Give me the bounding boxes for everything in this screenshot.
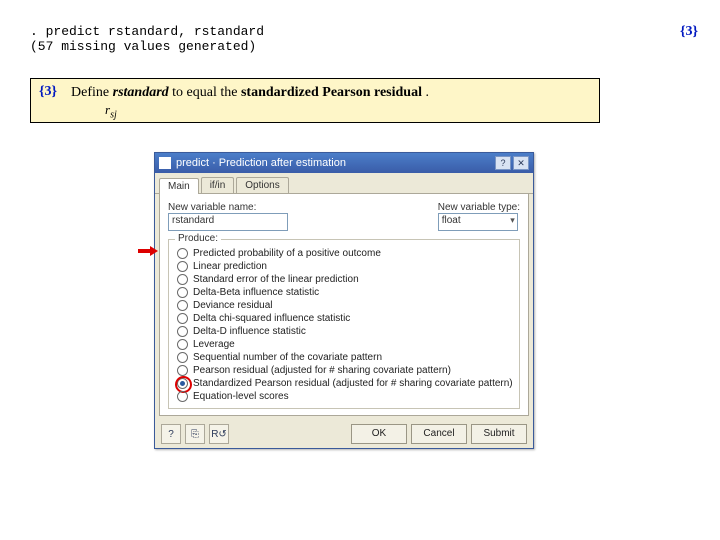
- callout-pre: Define: [71, 85, 113, 100]
- callout-text: Define rstandard to equal the standardiz…: [71, 84, 429, 122]
- dialog-title: predict · Prediction after estimation: [176, 157, 346, 169]
- opt-predicted-prob[interactable]: Predicted probability of a positive outc…: [177, 248, 513, 259]
- vartype-label: New variable type:: [438, 202, 520, 213]
- cmd-line-1: . predict rstandard, rstandard: [30, 24, 264, 39]
- submit-button[interactable]: Submit: [471, 424, 527, 444]
- close-icon[interactable]: ✕: [513, 156, 529, 170]
- opt-deviance[interactable]: Deviance residual: [177, 300, 513, 311]
- opt-pearson[interactable]: Pearson residual (adjusted for # sharing…: [177, 365, 513, 376]
- opt-seqnum[interactable]: Sequential number of the covariate patte…: [177, 352, 513, 363]
- callout-bold: standardized Pearson residual: [241, 85, 422, 100]
- opt-stderr[interactable]: Standard error of the linear prediction: [177, 274, 513, 285]
- dialog-button-bar: ? ⎘ R↺ OK Cancel Submit: [155, 420, 533, 448]
- ok-button[interactable]: OK: [351, 424, 407, 444]
- vartype-select[interactable]: float: [438, 213, 518, 231]
- opt-std-pearson[interactable]: Standardized Pearson residual (adjusted …: [177, 378, 513, 389]
- dialog-body: New variable name: rstandard New variabl…: [159, 194, 529, 416]
- tab-main[interactable]: Main: [159, 178, 199, 194]
- stata-command-output: . predict rstandard, rstandard (57 missi…: [30, 24, 264, 54]
- callout-symbol: rsj: [105, 102, 117, 122]
- predict-dialog: predict · Prediction after estimation ? …: [154, 152, 534, 449]
- app-icon: [159, 157, 171, 169]
- cancel-button[interactable]: Cancel: [411, 424, 467, 444]
- opt-eqlevel-scores[interactable]: Equation-level scores: [177, 391, 513, 402]
- callout-number: {3}: [39, 84, 57, 100]
- produce-group: Produce: Predicted probability of a posi…: [168, 239, 520, 409]
- help-icon[interactable]: ?: [161, 424, 181, 444]
- opt-delta-chi2[interactable]: Delta chi-squared influence statistic: [177, 313, 513, 324]
- copy-icon[interactable]: ⎘: [185, 424, 205, 444]
- varname-input[interactable]: rstandard: [168, 213, 288, 231]
- opt-linear-prediction[interactable]: Linear prediction: [177, 261, 513, 272]
- cmd-line-2: (57 missing values generated): [30, 39, 264, 54]
- red-arrow-icon: [138, 246, 158, 256]
- produce-label: Produce:: [175, 233, 221, 244]
- reset-icon[interactable]: R↺: [209, 424, 229, 444]
- slide-ref: {3}: [680, 24, 698, 40]
- titlebar[interactable]: predict · Prediction after estimation ? …: [155, 153, 533, 173]
- opt-leverage[interactable]: Leverage: [177, 339, 513, 350]
- help-button-icon[interactable]: ?: [495, 156, 511, 170]
- tab-options[interactable]: Options: [236, 177, 288, 193]
- opt-delta-beta[interactable]: Delta-Beta influence statistic: [177, 287, 513, 298]
- opt-delta-d[interactable]: Delta-D influence statistic: [177, 326, 513, 337]
- tab-strip: Main if/in Options: [155, 173, 533, 194]
- varname-label: New variable name:: [168, 202, 288, 213]
- callout-var: rstandard: [113, 85, 169, 100]
- tab-ifin[interactable]: if/in: [201, 177, 235, 193]
- callout-mid: to equal the: [169, 85, 241, 100]
- explanation-callout: {3} Define rstandard to equal the standa…: [30, 78, 600, 123]
- callout-post: .: [422, 85, 429, 100]
